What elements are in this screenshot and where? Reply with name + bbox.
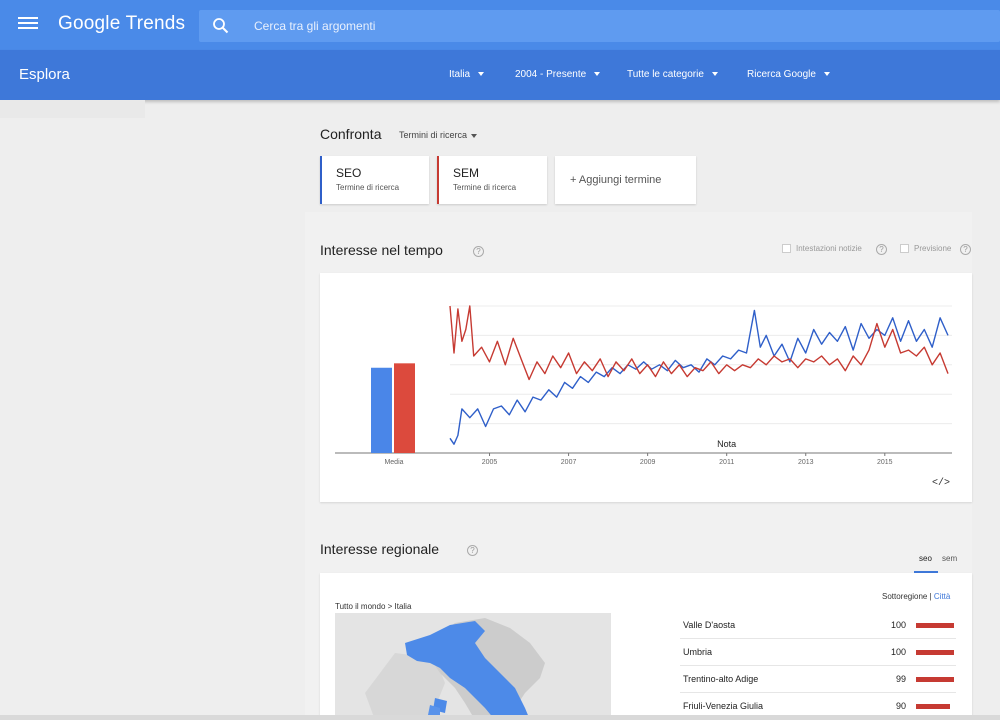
series-line-sem [449,305,949,381]
interest-time-chart-card: 2005 2007 2009 2011 2013 2015 Media Nota [320,273,972,502]
x-tick-label: 2011 [719,459,734,466]
tab-sem[interactable]: sem [942,554,957,563]
forecast-option[interactable]: Previsione [900,244,951,254]
chevron-down-icon [594,72,601,77]
term-type: Termine di ricerca [336,183,400,192]
average-bar-seo [371,367,392,453]
interest-time-chart: 2005 2007 2009 2011 2013 2015 Media Nota [335,305,952,466]
tab-seo[interactable]: seo [919,554,932,563]
italy-map-graphic [365,618,545,720]
average-label: Media [384,459,403,466]
help-icon[interactable]: ? [467,545,478,556]
term-card-sem[interactable]: SEM Termine di ricerca [437,156,547,204]
help-icon[interactable]: ? [876,244,887,255]
x-tick-label: 2007 [561,459,577,466]
top-bar: Google Trends [0,0,1000,50]
term-type: Termine di ricerca [453,183,517,192]
search-icon[interactable] [211,16,231,36]
hamburger-menu-icon[interactable] [18,15,38,35]
compare-type-dropdown[interactable]: Termini di ricerca [399,130,478,140]
left-panel [0,100,145,118]
term-name: SEO [336,166,362,180]
x-tick-label: 2013 [798,459,814,466]
interest-time-title: Interesse nel tempo [320,242,443,258]
region-value: 100 [890,620,906,630]
region-value-bar [916,623,954,628]
term-card-seo[interactable]: SEO Termine di ricerca [320,156,429,204]
term-name: SEM [453,166,480,180]
chevron-down-icon [823,72,830,77]
embed-code-icon[interactable]: </> [932,478,950,489]
region-name: Valle D'aosta [683,620,736,630]
add-term-button[interactable]: + Aggiungi termine [555,156,696,204]
chevron-down-icon [478,72,485,77]
geo-filter-dropdown[interactable]: Italia [449,69,485,80]
search-box[interactable] [199,10,1000,42]
add-term-label: + Aggiungi termine [570,174,662,186]
region-name: Trentino-alto Adige [683,674,759,684]
compare-title: Confronta [320,126,382,142]
time-filter-dropdown[interactable]: 2004 - Presente [515,69,601,80]
checkbox[interactable] [782,244,791,254]
x-tick-label: 2005 [482,459,498,466]
google-trends-logo[interactable]: Google Trends [58,13,185,35]
region-term-tabs: seo sem [914,554,964,574]
explore-bar: Esplora Italia 2004 - Presente Tutte le … [0,50,1000,100]
region-value-bar [916,650,954,655]
search-input[interactable] [254,16,954,36]
city-toggle[interactable]: Città [934,592,950,601]
map-breadcrumb[interactable]: Tutto il mondo > Italia [335,602,411,611]
chevron-down-icon [711,72,718,77]
series-line-seo [449,309,949,445]
region-name: Friuli-Venezia Giulia [683,701,764,711]
bottom-strip [0,715,1000,720]
checkbox[interactable] [900,244,909,254]
subregion-toggle[interactable]: Sottoregione [882,592,927,601]
search-type-filter-dropdown[interactable]: Ricerca Google [747,69,830,80]
help-icon[interactable]: ? [473,246,484,257]
italy-map[interactable] [335,613,611,720]
region-value: 100 [890,647,906,657]
explore-title: Esplora [19,66,70,83]
chart-annotation: Nota [717,439,736,449]
resolution-toggle: Sottoregione | Città [882,592,951,601]
region-value-bar [916,704,951,709]
region-row[interactable]: Umbria 100 [680,639,956,666]
chevron-down-icon [471,133,478,138]
region-value: 99 [895,674,906,684]
news-headlines-option[interactable]: Intestazioni notizie [782,244,862,254]
x-tick-label: 2015 [877,459,893,466]
category-filter-dropdown[interactable]: Tutte le categorie [627,69,718,80]
average-bar-sem [394,363,415,453]
help-icon[interactable]: ? [960,244,971,255]
region-row[interactable]: Trentino-alto Adige 99 [680,666,956,693]
x-tick-label: 2009 [640,459,656,466]
region-value-bar [916,677,954,682]
region-value: 90 [895,701,906,711]
region-row[interactable]: Valle D'aosta 100 [680,612,956,639]
region-name: Umbria [683,647,713,657]
regional-interest-title: Interesse regionale [320,541,440,557]
